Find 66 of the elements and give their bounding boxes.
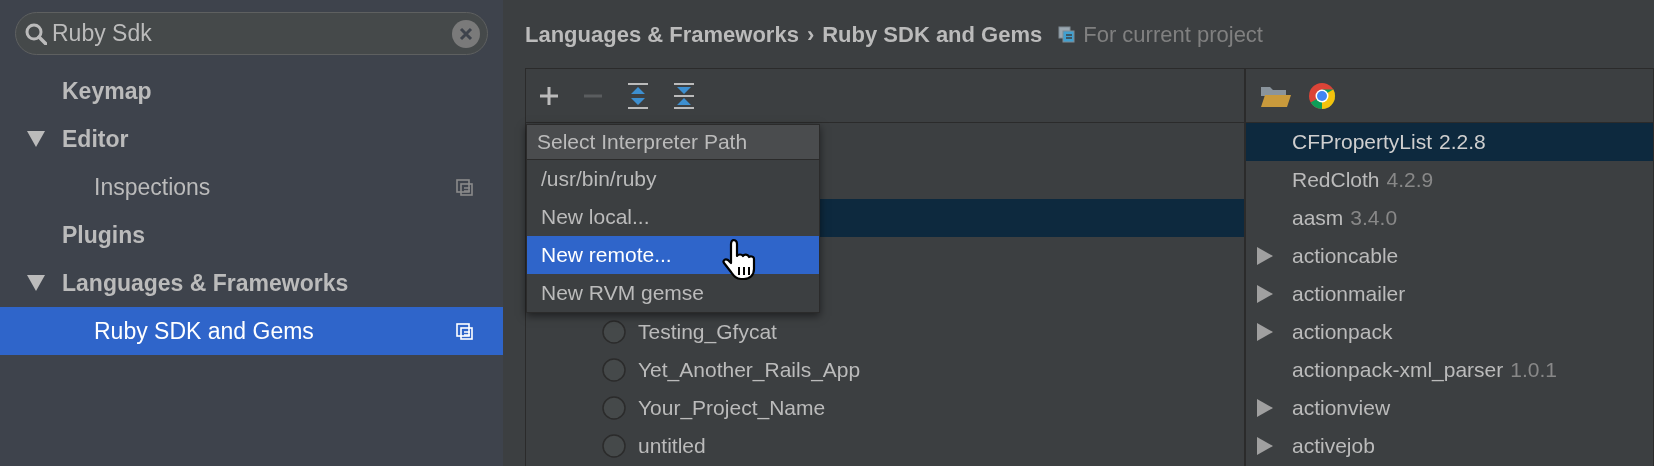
expand-arrow-icon[interactable] [1256,322,1274,342]
gem-name: actionview [1292,395,1391,422]
gem-row[interactable]: actionmailer [1246,275,1653,313]
tree-item[interactable]: Plugins [0,211,503,259]
gem-row[interactable]: aasm 3.4.0 [1246,199,1653,237]
gem-row[interactable]: actionpack [1246,313,1653,351]
gem-name: actionpack [1292,319,1393,346]
tree-item[interactable]: Keymap [0,67,503,115]
tree-label: Ruby SDK and Gems [94,316,314,346]
gem-name: aasm [1292,205,1344,232]
project-name: Testing_Gfycat [638,319,777,346]
search-icon [25,23,47,45]
gem-version: 1.0.1 [1510,357,1557,384]
tree-label: Editor [62,124,129,154]
expand-arrow-icon[interactable] [1256,398,1274,418]
gem-name: RedCloth [1292,167,1380,194]
popup-menu-item[interactable]: New RVM gemse [527,274,819,312]
expand-arrow-icon[interactable] [1256,246,1274,266]
radio-button[interactable] [602,396,626,420]
gem-row[interactable]: actionview [1246,389,1653,427]
tree-label: Inspections [94,172,211,202]
radio-button[interactable] [602,320,626,344]
scope-label: For current project [1083,20,1263,49]
popup-menu-item[interactable]: /usr/bin/ruby [527,160,819,198]
breadcrumb-separator: › [806,20,815,49]
expand-arrow-icon[interactable] [1256,436,1274,456]
triangle-icon[interactable] [26,273,46,293]
circle-logo-icon[interactable] [1308,81,1336,110]
tree-item[interactable]: Inspections [0,163,503,211]
gem-row[interactable]: CFPropertyList 2.2.8 [1246,123,1653,161]
gem-version: 2.2.8 [1439,129,1486,156]
gem-name: CFPropertyList [1292,129,1433,156]
gem-row[interactable]: activejob [1246,427,1653,465]
popup-menu-item[interactable]: New local... [527,198,819,236]
breadcrumb-item[interactable]: Ruby SDK and Gems [822,17,1043,51]
clear-icon[interactable] [452,20,480,48]
gem-version: 3.4.0 [1350,205,1398,232]
tree-label: Plugins [62,220,146,250]
triangle-icon[interactable] [26,129,46,149]
collapse-all-icon[interactable] [672,81,696,110]
gem-name: actionpack-xml_parser [1292,357,1504,384]
search-field[interactable]: Ruby Sdk [15,12,488,55]
project-icon [1058,25,1076,43]
gem-row[interactable]: actioncable [1246,237,1653,275]
project-name: Yet_Another_Rails_App [638,357,861,384]
radio-button[interactable] [602,358,626,382]
gem-version: 4.2.9 [1386,167,1434,194]
tree-label: Keymap [62,76,152,106]
gem-row[interactable]: actionpack-xml_parser 1.0.1 [1246,351,1653,389]
tree-label: Languages & Frameworks [62,268,349,298]
gem-name: activejob [1292,433,1375,460]
expand-all-icon[interactable] [626,81,650,110]
gem-name: actioncable [1292,243,1399,270]
popup-title: Select Interpreter Path [527,125,819,160]
tree-item[interactable]: Ruby SDK and Gems [0,307,503,355]
project-name: untitled [638,433,706,460]
gem-row[interactable]: RedCloth 4.2.9 [1246,161,1653,199]
gem-name: actionmailer [1292,281,1406,308]
breadcrumb-item[interactable]: Languages & Frameworks [525,17,799,51]
tree-item[interactable]: Languages & Frameworks [0,259,503,307]
add-icon[interactable] [538,84,560,107]
project-name: Your_Project_Name [638,395,826,422]
tree-item[interactable]: Editor [0,115,503,163]
popup-menu-item[interactable]: New remote... [527,236,819,274]
expand-arrow-icon[interactable] [1256,284,1274,304]
radio-button[interactable] [602,434,626,458]
